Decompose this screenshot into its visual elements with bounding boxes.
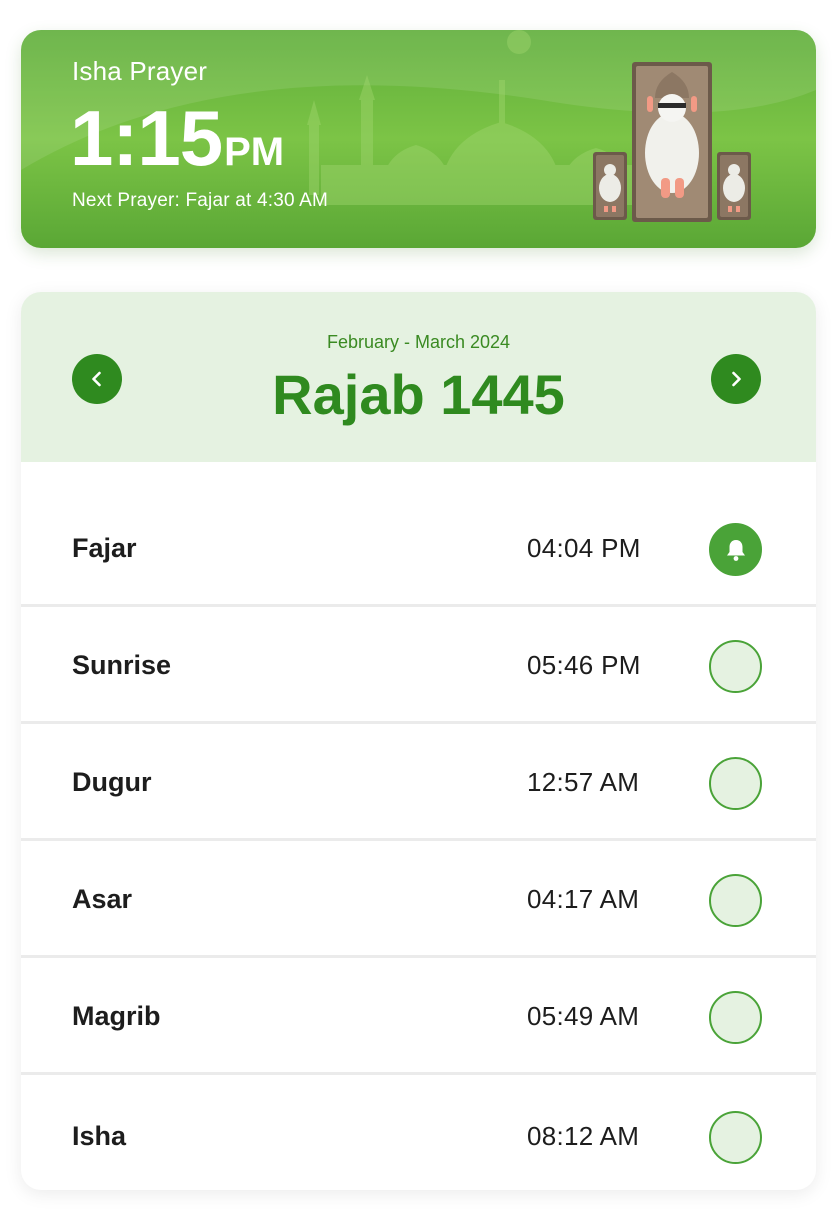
- current-prayer-time: 1:15 PM: [70, 98, 284, 178]
- alert-toggle-dugur[interactable]: [709, 757, 762, 810]
- alert-toggle-sunrise[interactable]: [709, 640, 762, 693]
- prayer-name: Asar: [72, 884, 133, 914]
- praying-figures-illustration: [593, 62, 751, 222]
- prayer-name: Isha: [72, 1121, 127, 1151]
- prayer-name: Fajar: [72, 533, 137, 563]
- previous-month-button[interactable]: [72, 354, 122, 404]
- next-month-button[interactable]: [711, 354, 761, 404]
- prayer-schedule-card: February - March 2024 Rajab 1445 Fajar 0…: [21, 292, 816, 1190]
- calendar-header: February - March 2024 Rajab 1445: [21, 292, 816, 462]
- prayer-row-asar: Asar 04:17 AM: [21, 841, 816, 958]
- prayer-row-isha: Isha 08:12 AM: [21, 1075, 816, 1190]
- prayer-name: Sunrise: [72, 650, 172, 680]
- prayer-time: 05:46 PM: [527, 650, 641, 680]
- prayer-time: 04:04 PM: [527, 533, 641, 563]
- prayer-row-fajar: Fajar 04:04 PM: [21, 462, 816, 607]
- hijri-month-title: Rajab 1445: [272, 363, 565, 426]
- alert-toggle-magrib[interactable]: [709, 991, 762, 1044]
- prayer-row-magrib: Magrib 05:49 AM: [21, 958, 816, 1075]
- current-prayer-banner: Isha Prayer 1:15 PM Next Prayer: Fajar a…: [21, 30, 816, 248]
- alert-toggle-asar[interactable]: [709, 874, 762, 927]
- prayer-name: Magrib: [72, 1001, 161, 1031]
- prayer-times-list: Fajar 04:04 PM Sunrise 05:46 PM Dugur 12…: [21, 462, 816, 1190]
- chevron-left-icon: [92, 371, 101, 387]
- current-time-value: 1:15: [70, 94, 223, 182]
- prayer-time: 04:17 AM: [527, 884, 640, 914]
- bell-icon: [726, 539, 745, 561]
- next-prayer-text: Next Prayer: Fajar at 4:30 AM: [72, 190, 329, 211]
- alert-toggle-isha[interactable]: [709, 1111, 762, 1164]
- alert-toggle-fajar[interactable]: [709, 523, 762, 576]
- chevron-right-icon: [732, 371, 741, 387]
- prayer-row-sunrise: Sunrise 05:46 PM: [21, 607, 816, 724]
- prayer-time: 08:12 AM: [527, 1121, 640, 1151]
- prayer-time: 05:49 AM: [527, 1001, 640, 1031]
- gregorian-month-range: February - March 2024: [326, 332, 511, 352]
- prayer-name: Dugur: [72, 767, 152, 797]
- prayer-time: 12:57 AM: [527, 767, 640, 797]
- prayer-row-dugur: Dugur 12:57 AM: [21, 724, 816, 841]
- current-prayer-title: Isha Prayer: [72, 56, 208, 86]
- current-time-ampm: PM: [224, 130, 285, 174]
